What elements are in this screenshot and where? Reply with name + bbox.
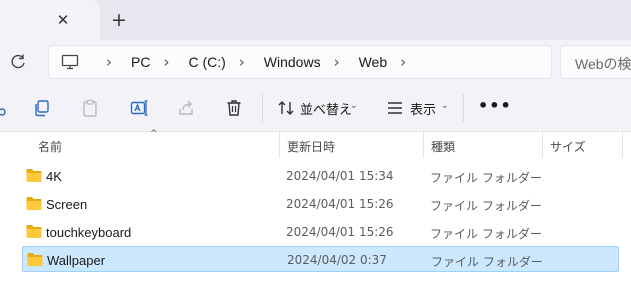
sort-indicator-icon: ^: [150, 129, 158, 139]
toolbar-divider: [262, 94, 263, 122]
view-button[interactable]: 表示: [410, 99, 436, 118]
file-modified: 2024/04/02 0:37: [287, 253, 387, 267]
file-modified: 2024/04/01 15:26: [286, 225, 394, 239]
folder-icon: [27, 253, 43, 266]
search-box[interactable]: Webの検索: [560, 45, 631, 79]
file-list: ^ 名前 更新日時 種類 サイズ 4K 2024/04/01 15:34 ファイ…: [0, 129, 631, 282]
new-tab-button[interactable]: +: [108, 9, 130, 31]
breadcrumb-windows[interactable]: Windows: [264, 54, 321, 70]
address-bar[interactable]: › PC › C (C:) › Windows › Web ›: [48, 45, 552, 79]
column-divider[interactable]: [423, 132, 424, 158]
file-name: Screen: [46, 197, 88, 212]
share-icon: [179, 100, 193, 115]
file-type: ファイル フォルダー: [430, 171, 542, 185]
breadcrumb-web[interactable]: Web: [359, 54, 388, 70]
file-type: ファイル フォルダー: [430, 199, 542, 213]
column-header-row: ^ 名前 更新日時 種類 サイズ: [0, 129, 631, 158]
column-header-name[interactable]: 名前: [38, 138, 62, 155]
column-divider[interactable]: [279, 132, 280, 158]
folder-icon: [26, 169, 42, 182]
refresh-icon[interactable]: [8, 52, 28, 72]
breadcrumb-chevron-icon[interactable]: ›: [236, 53, 248, 71]
pc-icon[interactable]: [61, 54, 79, 70]
breadcrumb-chevron-icon[interactable]: ›: [397, 53, 409, 71]
paste-icon: [83, 99, 97, 117]
more-options-icon[interactable]: •••: [478, 96, 512, 115]
column-header-type[interactable]: 種類: [431, 138, 455, 155]
column-header-size[interactable]: サイズ: [550, 138, 586, 155]
chevron-down-icon[interactable]: ⌄: [350, 101, 358, 111]
search-placeholder: Webの検索: [575, 56, 631, 72]
command-bar: 並べ替え ⌄ 表示 ⌄ •••: [0, 84, 631, 132]
rename-icon[interactable]: [129, 98, 149, 118]
file-name: touchkeyboard: [46, 225, 132, 240]
sort-button[interactable]: 並べ替え: [300, 99, 352, 118]
breadcrumb-pc[interactable]: PC: [131, 54, 150, 70]
close-tab-icon[interactable]: ✕: [53, 10, 73, 30]
toolbar-divider: [463, 94, 464, 122]
chevron-down-icon[interactable]: ⌄: [441, 101, 449, 111]
file-name: 4K: [46, 169, 62, 184]
breadcrumb-chevron-icon[interactable]: ›: [160, 53, 172, 71]
column-header-modified[interactable]: 更新日時: [287, 138, 335, 155]
cut-icon[interactable]: [0, 98, 14, 118]
list-item[interactable]: Screen 2024/04/01 15:26 ファイル フォルダー: [22, 191, 619, 217]
list-item-selected[interactable]: Wallpaper 2024/04/02 0:37 ファイル フォルダー: [22, 246, 619, 272]
file-name: Wallpaper: [47, 253, 106, 268]
breadcrumb-c-drive[interactable]: C (C:): [188, 54, 225, 70]
tab-strip: ✕ +: [0, 0, 631, 40]
breadcrumb-chevron-icon[interactable]: ›: [331, 53, 343, 71]
folder-icon: [26, 197, 42, 210]
view-icon[interactable]: [385, 98, 405, 118]
copy-icon[interactable]: [32, 98, 52, 118]
file-modified: 2024/04/01 15:34: [286, 169, 394, 183]
breadcrumb-chevron-icon[interactable]: ›: [103, 53, 115, 71]
column-divider[interactable]: [542, 132, 543, 158]
file-type: ファイル フォルダー: [430, 227, 542, 241]
file-modified: 2024/04/01 15:26: [286, 197, 394, 211]
delete-icon[interactable]: [224, 98, 244, 118]
navigation-bar: › PC › C (C:) › Windows › Web › Webの検索: [0, 40, 631, 84]
column-divider[interactable]: [622, 132, 623, 158]
file-type: ファイル フォルダー: [431, 255, 543, 269]
active-tab[interactable]: ✕: [0, 0, 100, 40]
folder-icon: [26, 225, 42, 238]
sort-icon[interactable]: [276, 98, 296, 118]
list-item[interactable]: 4K 2024/04/01 15:34 ファイル フォルダー: [22, 163, 619, 189]
list-item[interactable]: touchkeyboard 2024/04/01 15:26 ファイル フォルダ…: [22, 219, 619, 245]
